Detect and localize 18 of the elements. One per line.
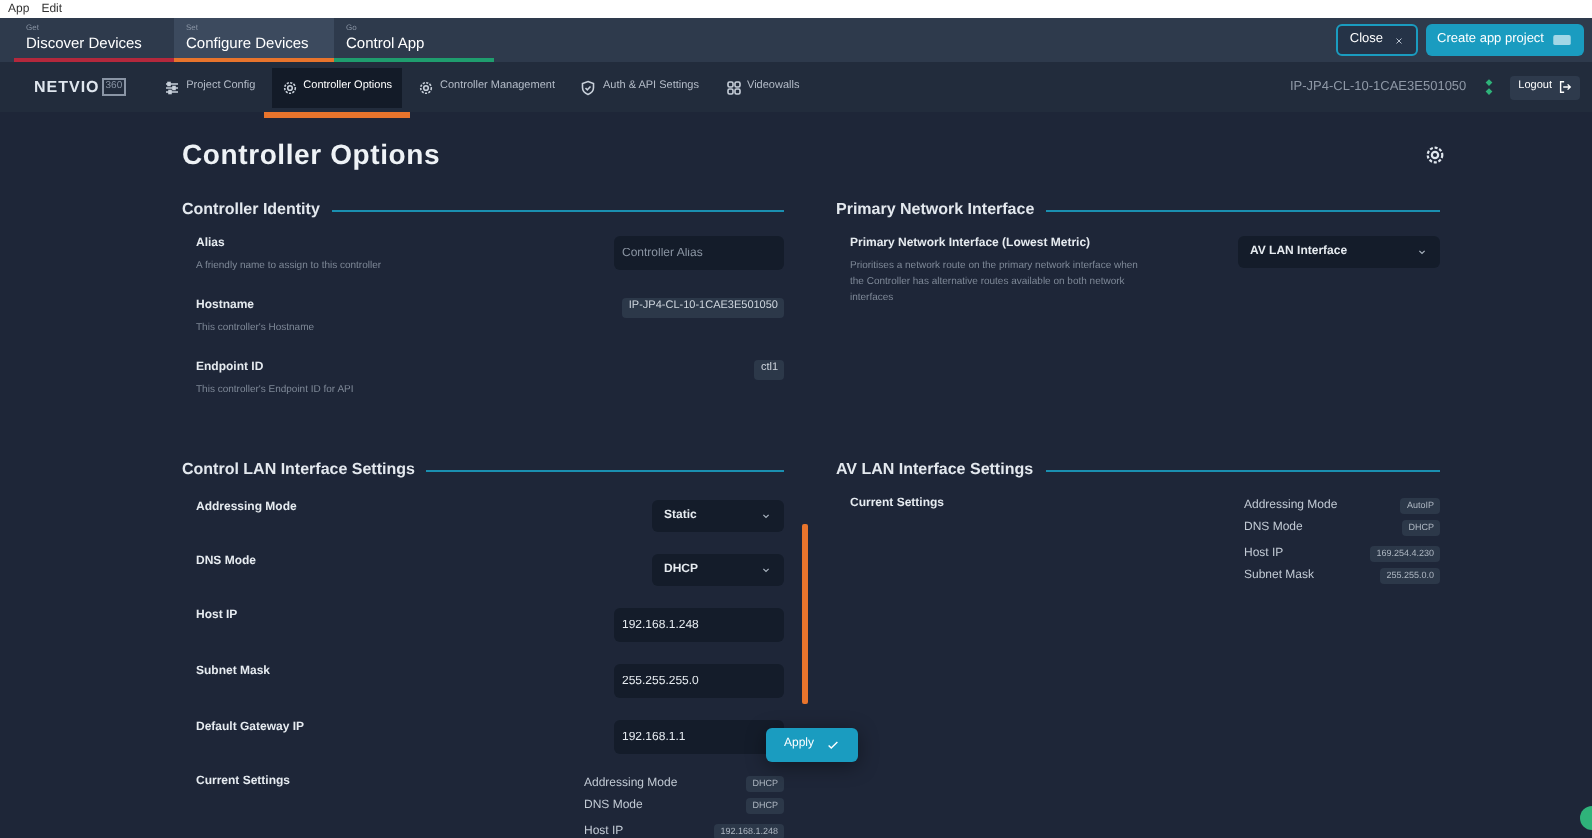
section-title: Primary Network Interface — [836, 198, 1035, 222]
gear-icon — [418, 79, 434, 95]
settings-icon[interactable] — [1424, 143, 1446, 165]
shield-icon — [580, 79, 597, 95]
check-icon — [826, 738, 840, 752]
chevron-down-icon — [1416, 246, 1428, 258]
logout-icon — [1558, 80, 1572, 94]
gear-icon — [281, 79, 298, 95]
close-icon — [1393, 35, 1404, 45]
chevron-down-icon — [760, 564, 772, 576]
grid-icon — [725, 79, 741, 95]
section-title: Control LAN Interface Settings — [182, 458, 415, 482]
section-title: Controller Identity — [182, 198, 320, 222]
page-title: Controller Options — [182, 135, 441, 174]
chevron-down-icon — [760, 510, 772, 522]
sliders-icon — [164, 79, 181, 95]
section-title: AV LAN Interface Settings — [836, 458, 1034, 482]
logo-text: NETVIO — [34, 79, 100, 95]
